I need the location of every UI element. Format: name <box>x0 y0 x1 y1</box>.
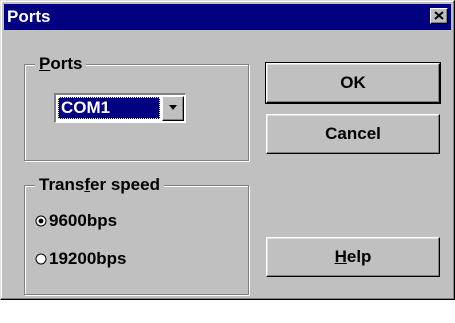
transfer-speed-group-label: Transfer speed <box>35 175 164 195</box>
help-button[interactable]: Help <box>266 237 440 277</box>
ports-groupbox: Ports COM1 <box>24 54 249 161</box>
help-button-label: Help <box>335 247 372 266</box>
port-select[interactable]: COM1 <box>54 93 186 123</box>
port-select-dropdown-button[interactable] <box>162 96 184 121</box>
speed-label-before: Trans <box>39 175 85 194</box>
ok-button-label: OK <box>340 73 366 92</box>
window-title: Ports <box>7 7 51 26</box>
radio-unchecked-icon <box>35 253 47 265</box>
close-button[interactable] <box>430 8 448 24</box>
ports-label-text: orts <box>50 54 83 73</box>
port-select-value: COM1 <box>58 97 160 119</box>
transfer-speed-groupbox: Transfer speed 9600bps 19200bps <box>24 175 249 295</box>
cancel-button[interactable]: Cancel <box>266 114 440 154</box>
radio-checked-icon <box>35 215 47 227</box>
radio-19200bps-label: 19200bps <box>49 249 127 268</box>
ok-button[interactable]: OK <box>265 62 441 104</box>
title-bar[interactable]: Ports <box>4 4 451 30</box>
speed-label-after: er speed <box>90 175 160 194</box>
chevron-down-icon <box>169 105 177 110</box>
close-icon <box>434 11 444 20</box>
help-mnemonic: H <box>334 247 347 266</box>
ports-dialog: Ports Ports COM1 Transfer speed 9600bps … <box>0 0 455 300</box>
cancel-button-label: Cancel <box>325 124 381 143</box>
ports-group-label: Ports <box>35 54 87 74</box>
ports-label-mnemonic: P <box>39 54 51 73</box>
radio-9600bps-label: 9600bps <box>49 211 118 230</box>
help-label-text: elp <box>346 247 372 266</box>
